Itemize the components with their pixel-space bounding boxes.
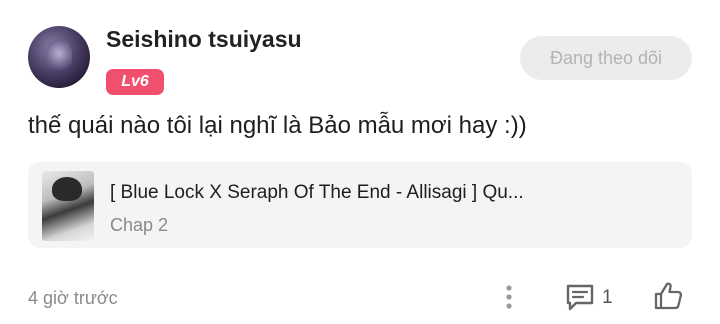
following-button[interactable]: Đang theo dõi <box>520 36 692 80</box>
comment-icon[interactable] <box>564 281 596 313</box>
comment-text: thế quái nào tôi lại nghĩ là Bảo mẫu mơi… <box>28 112 527 139</box>
more-vertical-icon[interactable] <box>498 282 520 312</box>
manga-thumbnail <box>42 171 94 241</box>
level-badge: Lv6 <box>106 69 164 95</box>
user-avatar[interactable] <box>28 26 90 88</box>
reply-count: 1 <box>602 287 613 308</box>
manga-card[interactable]: [ Blue Lock X Seraph Of The End - Allisa… <box>28 162 692 248</box>
thumbs-up-icon[interactable] <box>652 280 684 312</box>
username[interactable]: Seishino tsuiyasu <box>106 26 302 53</box>
timestamp: 4 giờ trước <box>28 288 118 308</box>
manga-title: [ Blue Lock X Seraph Of The End - Allisa… <box>110 182 524 203</box>
manga-chapter: Chap 2 <box>110 215 169 235</box>
